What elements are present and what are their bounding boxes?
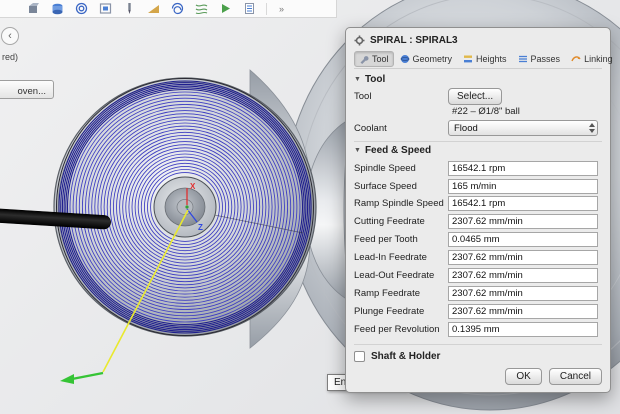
ok-button[interactable]: OK: [505, 368, 542, 385]
feed-row-cutting-feedrate: Cutting Feedrate: [354, 213, 602, 231]
cancel-button[interactable]: Cancel: [548, 368, 602, 385]
ramp-icon[interactable]: [146, 2, 160, 16]
feed-row-spindle-speed: Spindle Speed: [354, 159, 602, 177]
dropdown-arrows-icon: [589, 123, 595, 134]
tab-heights[interactable]: Heights: [458, 51, 512, 67]
spindle-speed-input[interactable]: [448, 160, 598, 176]
top-toolbar: »: [0, 0, 337, 18]
lead-in-feedrate-input[interactable]: [448, 250, 598, 266]
app-window: X Z ‹ red) oven... Entry positions: [0, 0, 620, 414]
feed-row-lead-out-feedrate: Lead-Out Feedrate: [354, 267, 602, 285]
coolant-label: Coolant: [354, 122, 387, 134]
dialog-footer: OK Cancel: [354, 363, 602, 385]
ramp-feedrate-input[interactable]: [448, 286, 598, 302]
surface-speed-input[interactable]: [448, 178, 598, 194]
tab-passes[interactable]: Passes: [513, 51, 566, 67]
tool-label: Tool: [354, 91, 372, 103]
linking-icon: [571, 56, 581, 62]
tool-row: Tool Select...: [354, 88, 602, 106]
drill-icon[interactable]: [122, 2, 136, 16]
shaft-holder-row: Shaft & Holder: [354, 343, 602, 363]
operation-gear-icon: [354, 35, 365, 46]
dialog-tabs: Tool Geometry Heights Passes Linking: [354, 50, 613, 69]
feed-per-revolution-input[interactable]: [448, 322, 598, 338]
plunge-feedrate-input[interactable]: [448, 304, 598, 320]
feed-row-ramp-spindle-speed: Ramp Spindle Speed: [354, 195, 602, 213]
feed-row-lead-in-feedrate: Lead-In Feedrate: [354, 249, 602, 267]
heights-icon: [464, 55, 473, 63]
sphere-icon: [400, 54, 409, 63]
tool-select-button[interactable]: Select...: [448, 88, 503, 106]
tab-linking[interactable]: Linking: [566, 51, 618, 67]
browser-clipped-label: red): [2, 52, 19, 62]
spiral-op-icon[interactable]: [170, 2, 184, 16]
feed-row-surface-speed: Surface Speed: [354, 177, 602, 195]
feed-row-plunge-feedrate: Plunge Feedrate: [354, 303, 602, 321]
face-mill-icon[interactable]: [50, 2, 64, 16]
feed-row-ramp-feedrate: Ramp Feedrate: [354, 285, 602, 303]
passes-icon: [518, 55, 527, 63]
setup-icon[interactable]: [26, 2, 40, 16]
center-hole[interactable]: [153, 176, 217, 238]
axis-x-label: X: [190, 182, 196, 191]
dialog-title: SPIRAL : SPIRAL3: [370, 35, 458, 46]
feed-row-feed-per-revolution: Feed per Revolution: [354, 321, 602, 339]
spiral-dialog: SPIRAL : SPIRAL3 Tool Geometry Heights P…: [345, 27, 613, 393]
shaft-holder-label: Shaft & Holder: [371, 351, 441, 363]
disclosure-triangle-icon: ▼: [354, 75, 361, 83]
shaft-holder-checkbox[interactable]: [354, 351, 365, 363]
browser-clipped-button[interactable]: oven...: [0, 80, 54, 99]
adaptive-clearing-icon[interactable]: [74, 2, 88, 16]
cutting-feedrate-input[interactable]: [448, 214, 598, 230]
dialog-titlebar[interactable]: SPIRAL : SPIRAL3: [354, 32, 602, 49]
wrench-icon: [360, 56, 369, 64]
morph-icon[interactable]: [194, 2, 208, 16]
axis-z-label: Z: [198, 223, 203, 232]
post-process-icon[interactable]: [242, 2, 256, 16]
coolant-row: Coolant Flood: [354, 119, 602, 137]
collapse-browser-button[interactable]: ‹: [1, 27, 19, 45]
ramp-spindle-speed-input[interactable]: [448, 196, 598, 212]
feed-section-header[interactable]: ▼ Feed & Speed: [354, 141, 602, 156]
lead-out-feedrate-input[interactable]: [448, 268, 598, 284]
toolbar-separator: [266, 2, 267, 15]
tool-section-header[interactable]: ▼ Tool: [354, 74, 602, 85]
feed-per-tooth-input[interactable]: [448, 232, 598, 248]
tab-geometry[interactable]: Geometry: [395, 51, 458, 67]
tab-tool[interactable]: Tool: [354, 50, 394, 67]
toolbar-overflow-chevron[interactable]: »: [279, 4, 284, 14]
simulate-icon[interactable]: [218, 2, 232, 16]
disclosure-triangle-icon: ▼: [354, 147, 361, 155]
pocket-icon[interactable]: [98, 2, 112, 16]
feed-row-feed-per-tooth: Feed per Tooth: [354, 231, 602, 249]
tool-description: #22 – Ø1/8" ball: [452, 105, 520, 117]
coolant-dropdown[interactable]: Flood: [448, 120, 598, 137]
